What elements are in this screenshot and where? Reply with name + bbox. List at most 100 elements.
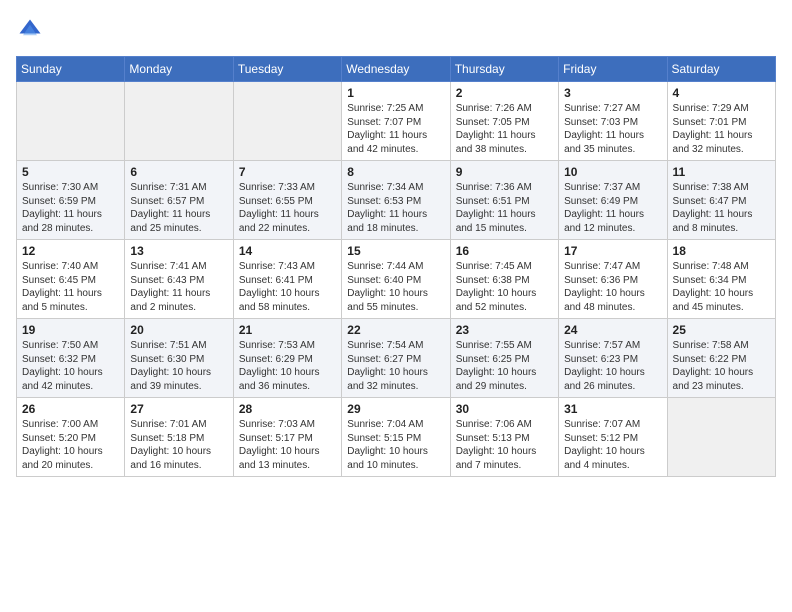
- day-number: 18: [673, 244, 770, 258]
- calendar-cell: [233, 82, 341, 161]
- day-info: Sunrise: 7:34 AM Sunset: 6:53 PM Dayligh…: [347, 181, 444, 235]
- day-header-thursday: Thursday: [450, 57, 558, 82]
- calendar-cell: 16Sunrise: 7:45 AM Sunset: 6:38 PM Dayli…: [450, 240, 558, 319]
- day-info: Sunrise: 7:41 AM Sunset: 6:43 PM Dayligh…: [130, 260, 227, 314]
- calendar-cell: 25 Sunrise: 7:58 AM Sunset: 6:22 PM Dayli…: [667, 319, 775, 398]
- calendar-cell: 7Sunrise: 7:33 AM Sunset: 6:55 PM Daylig…: [233, 161, 341, 240]
- calendar-cell: [667, 398, 775, 477]
- day-info: Sunrise: 7:06 AM Sunset: 5:13 PM Dayligh…: [456, 418, 553, 472]
- calendar-week-row: 1Sunrise: 7:25 AM Sunset: 7:07 PM Daylig…: [17, 82, 776, 161]
- day-number: 26: [22, 402, 119, 416]
- calendar-cell: 14 Sunrise: 7:43 AM Sunset: 6:41 PM Dayli…: [233, 240, 341, 319]
- day-number: 4: [673, 86, 770, 100]
- day-number: 8: [347, 165, 444, 179]
- page-header: [16, 16, 776, 44]
- day-number: 12: [22, 244, 119, 258]
- day-info: Sunrise: 7:29 AM Sunset: 7:01 PM Dayligh…: [673, 102, 770, 156]
- calendar-week-row: 26 Sunrise: 7:00 AM Sunset: 5:20 PM Dayli…: [17, 398, 776, 477]
- day-number: 17: [564, 244, 661, 258]
- calendar-cell: 9 Sunrise: 7:36 AM Sunset: 6:51 PM Daylig…: [450, 161, 558, 240]
- day-info: Sunrise: 7:53 AM Sunset: 6:29 PM Dayligh…: [239, 339, 336, 393]
- day-header-tuesday: Tuesday: [233, 57, 341, 82]
- calendar-cell: 5Sunrise: 7:30 AM Sunset: 6:59 PM Daylig…: [17, 161, 125, 240]
- day-header-sunday: Sunday: [17, 57, 125, 82]
- calendar-cell: 17 Sunrise: 7:47 AM Sunset: 6:36 PM Dayli…: [559, 240, 667, 319]
- day-info: Sunrise: 7:25 AM Sunset: 7:07 PM Dayligh…: [347, 102, 444, 156]
- day-header-wednesday: Wednesday: [342, 57, 450, 82]
- calendar-cell: 13 Sunrise: 7:41 AM Sunset: 6:43 PM Dayli…: [125, 240, 233, 319]
- day-info: Sunrise: 7:43 AM Sunset: 6:41 PM Dayligh…: [239, 260, 336, 314]
- calendar-cell: 23 Sunrise: 7:55 AM Sunset: 6:25 PM Dayli…: [450, 319, 558, 398]
- calendar-cell: 2Sunrise: 7:26 AM Sunset: 7:05 PM Daylig…: [450, 82, 558, 161]
- day-number: 30: [456, 402, 553, 416]
- calendar-cell: 6 Sunrise: 7:31 AM Sunset: 6:57 PM Daylig…: [125, 161, 233, 240]
- day-number: 5: [22, 165, 119, 179]
- day-number: 23: [456, 323, 553, 337]
- calendar-cell: 22 Sunrise: 7:54 AM Sunset: 6:27 PM Dayli…: [342, 319, 450, 398]
- day-info: Sunrise: 7:58 AM Sunset: 6:22 PM Dayligh…: [673, 339, 770, 393]
- calendar-cell: 20 Sunrise: 7:51 AM Sunset: 6:30 PM Dayli…: [125, 319, 233, 398]
- calendar-cell: [125, 82, 233, 161]
- calendar-week-row: 5Sunrise: 7:30 AM Sunset: 6:59 PM Daylig…: [17, 161, 776, 240]
- day-info: Sunrise: 7:01 AM Sunset: 5:18 PM Dayligh…: [130, 418, 227, 472]
- calendar-cell: 24 Sunrise: 7:57 AM Sunset: 6:23 PM Dayli…: [559, 319, 667, 398]
- day-number: 9: [456, 165, 553, 179]
- calendar-cell: 10 Sunrise: 7:37 AM Sunset: 6:49 PM Dayli…: [559, 161, 667, 240]
- calendar-cell: 11Sunrise: 7:38 AM Sunset: 6:47 PM Dayli…: [667, 161, 775, 240]
- calendar-cell: 1Sunrise: 7:25 AM Sunset: 7:07 PM Daylig…: [342, 82, 450, 161]
- calendar-cell: [17, 82, 125, 161]
- day-number: 28: [239, 402, 336, 416]
- day-info: Sunrise: 7:26 AM Sunset: 7:05 PM Dayligh…: [456, 102, 553, 156]
- day-number: 13: [130, 244, 227, 258]
- day-number: 16: [456, 244, 553, 258]
- calendar-cell: 15 Sunrise: 7:44 AM Sunset: 6:40 PM Dayli…: [342, 240, 450, 319]
- day-info: Sunrise: 7:03 AM Sunset: 5:17 PM Dayligh…: [239, 418, 336, 472]
- day-info: Sunrise: 7:47 AM Sunset: 6:36 PM Dayligh…: [564, 260, 661, 314]
- day-info: Sunrise: 7:04 AM Sunset: 5:15 PM Dayligh…: [347, 418, 444, 472]
- day-number: 24: [564, 323, 661, 337]
- day-number: 27: [130, 402, 227, 416]
- day-info: Sunrise: 7:50 AM Sunset: 6:32 PM Dayligh…: [22, 339, 119, 393]
- day-number: 10: [564, 165, 661, 179]
- calendar-cell: 27 Sunrise: 7:01 AM Sunset: 5:18 PM Dayli…: [125, 398, 233, 477]
- day-info: Sunrise: 7:31 AM Sunset: 6:57 PM Dayligh…: [130, 181, 227, 235]
- day-info: Sunrise: 7:54 AM Sunset: 6:27 PM Dayligh…: [347, 339, 444, 393]
- calendar-cell: 21 Sunrise: 7:53 AM Sunset: 6:29 PM Dayli…: [233, 319, 341, 398]
- calendar-cell: 18 Sunrise: 7:48 AM Sunset: 6:34 PM Dayli…: [667, 240, 775, 319]
- day-number: 29: [347, 402, 444, 416]
- day-info: Sunrise: 7:55 AM Sunset: 6:25 PM Dayligh…: [456, 339, 553, 393]
- calendar-table: SundayMondayTuesdayWednesdayThursdayFrid…: [16, 56, 776, 477]
- day-number: 3: [564, 86, 661, 100]
- day-info: Sunrise: 7:36 AM Sunset: 6:51 PM Dayligh…: [456, 181, 553, 235]
- calendar-cell: 30 Sunrise: 7:06 AM Sunset: 5:13 PM Dayli…: [450, 398, 558, 477]
- logo: [16, 16, 48, 44]
- day-info: Sunrise: 7:48 AM Sunset: 6:34 PM Dayligh…: [673, 260, 770, 314]
- day-number: 20: [130, 323, 227, 337]
- day-info: Sunrise: 7:37 AM Sunset: 6:49 PM Dayligh…: [564, 181, 661, 235]
- day-info: Sunrise: 7:27 AM Sunset: 7:03 PM Dayligh…: [564, 102, 661, 156]
- calendar-cell: 4 Sunrise: 7:29 AM Sunset: 7:01 PM Daylig…: [667, 82, 775, 161]
- day-number: 22: [347, 323, 444, 337]
- calendar-cell: 28 Sunrise: 7:03 AM Sunset: 5:17 PM Dayli…: [233, 398, 341, 477]
- calendar-cell: 26 Sunrise: 7:00 AM Sunset: 5:20 PM Dayli…: [17, 398, 125, 477]
- day-header-friday: Friday: [559, 57, 667, 82]
- day-info: Sunrise: 7:38 AM Sunset: 6:47 PM Dayligh…: [673, 181, 770, 235]
- calendar-header-row: SundayMondayTuesdayWednesdayThursdayFrid…: [17, 57, 776, 82]
- day-header-monday: Monday: [125, 57, 233, 82]
- logo-icon: [16, 16, 44, 44]
- day-info: Sunrise: 7:00 AM Sunset: 5:20 PM Dayligh…: [22, 418, 119, 472]
- day-info: Sunrise: 7:57 AM Sunset: 6:23 PM Dayligh…: [564, 339, 661, 393]
- day-header-saturday: Saturday: [667, 57, 775, 82]
- day-info: Sunrise: 7:40 AM Sunset: 6:45 PM Dayligh…: [22, 260, 119, 314]
- day-info: Sunrise: 7:44 AM Sunset: 6:40 PM Dayligh…: [347, 260, 444, 314]
- day-number: 6: [130, 165, 227, 179]
- calendar-week-row: 19Sunrise: 7:50 AM Sunset: 6:32 PM Dayli…: [17, 319, 776, 398]
- day-number: 31: [564, 402, 661, 416]
- day-info: Sunrise: 7:51 AM Sunset: 6:30 PM Dayligh…: [130, 339, 227, 393]
- day-number: 25: [673, 323, 770, 337]
- calendar-cell: 3 Sunrise: 7:27 AM Sunset: 7:03 PM Daylig…: [559, 82, 667, 161]
- day-number: 15: [347, 244, 444, 258]
- day-number: 14: [239, 244, 336, 258]
- calendar-cell: 19Sunrise: 7:50 AM Sunset: 6:32 PM Dayli…: [17, 319, 125, 398]
- day-number: 21: [239, 323, 336, 337]
